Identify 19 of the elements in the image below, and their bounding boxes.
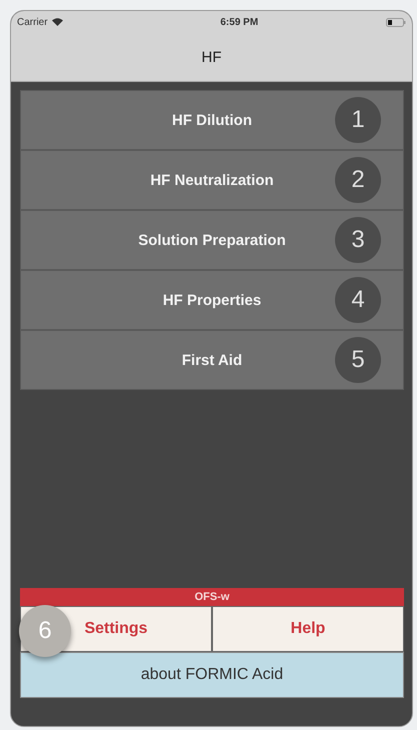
menu-item[interactable]: HF Dilution 1	[20, 90, 404, 150]
status-time: 6:59 PM	[220, 16, 258, 28]
number-badge: 3	[335, 217, 381, 263]
menu-item[interactable]: Solution Preparation 3	[20, 210, 404, 270]
number-badge: 2	[335, 157, 381, 203]
about-button[interactable]: about FORMIC Acid	[20, 652, 404, 698]
menu-item[interactable]: First Aid 5	[20, 330, 404, 390]
screen-title: HF	[202, 48, 222, 66]
battery-icon	[386, 18, 406, 26]
menu-item[interactable]: HF Properties 4	[20, 270, 404, 330]
wifi-icon	[52, 18, 63, 26]
menu-item[interactable]: HF Neutralization 2	[20, 150, 404, 210]
number-badge: 5	[335, 337, 381, 383]
brand-bar: OFS-w	[20, 588, 404, 606]
footer-button[interactable]: Help	[212, 606, 404, 652]
number-badge: 1	[335, 97, 381, 143]
carrier-label: Carrier	[17, 16, 48, 28]
number-badge: 4	[335, 277, 381, 323]
number-badge: 6	[19, 605, 71, 657]
